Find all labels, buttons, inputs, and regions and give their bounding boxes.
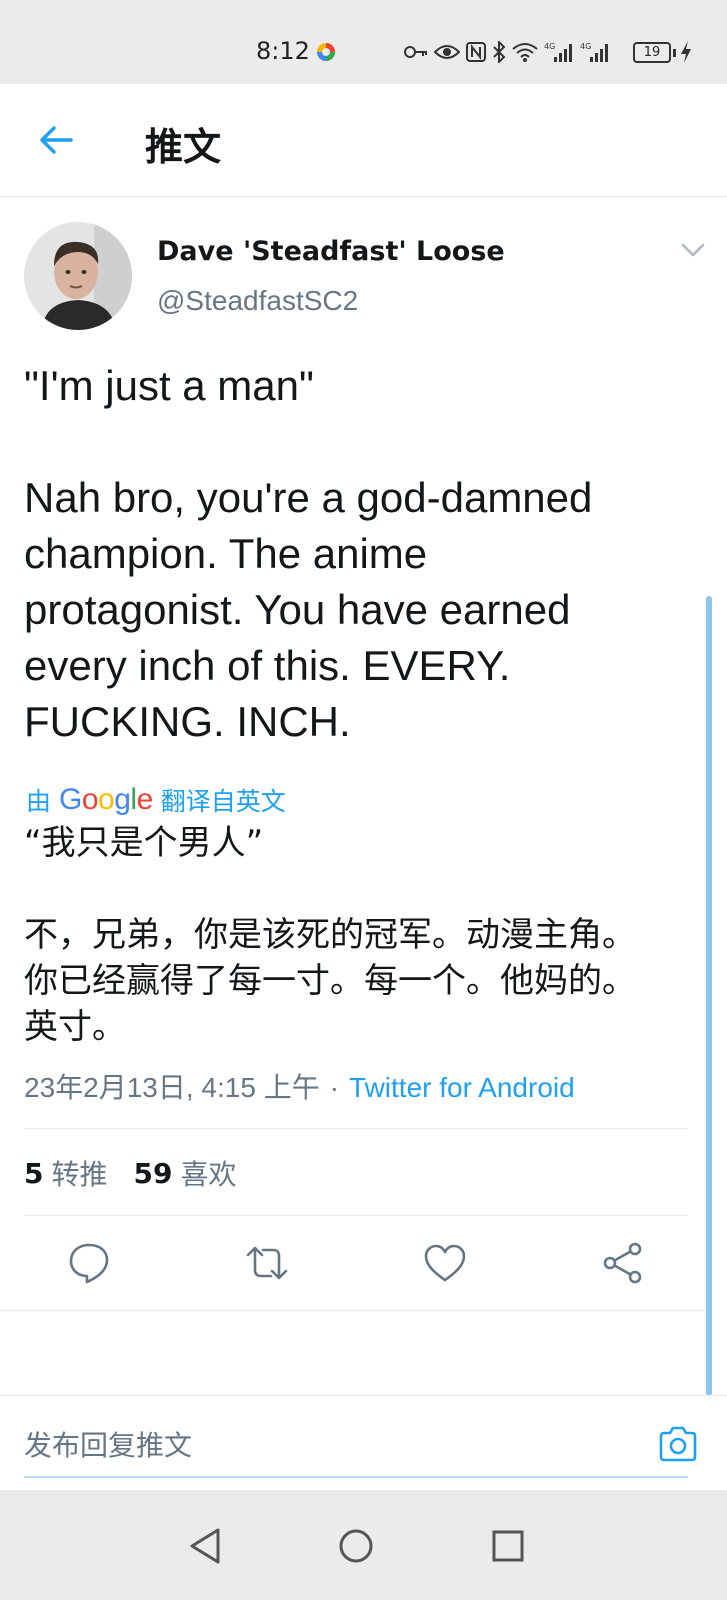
retweet-icon[interactable] xyxy=(244,1240,290,1286)
charging-icon xyxy=(681,41,691,63)
eye-icon xyxy=(434,45,460,59)
reply-input[interactable]: 发布回复推文 xyxy=(24,1418,688,1478)
tweet-text: "I'm just a man" Nah bro, you're a god-d… xyxy=(24,362,593,745)
translation-attribution[interactable]: 由 Google 翻译自英文 xyxy=(26,782,286,818)
app-notification-icon xyxy=(317,43,335,61)
reply-bar: 发布回复推文 xyxy=(0,1395,727,1490)
likes-label[interactable]: 喜欢 xyxy=(180,1153,236,1193)
author-name[interactable]: Dave 'Steadfast' Loose xyxy=(157,236,505,267)
bluetooth-icon xyxy=(493,41,506,63)
tweet-meta: 23年2月13日, 4:15 上午 · Twitter for Android xyxy=(24,1066,575,1106)
wifi-icon xyxy=(512,43,538,62)
source-link[interactable]: Twitter for Android xyxy=(349,1072,575,1103)
status-icons: 4G 4G xyxy=(404,36,610,68)
retweets-label[interactable]: 转推 xyxy=(51,1153,107,1193)
page-title: 推文 xyxy=(145,125,222,169)
nav-back-icon[interactable] xyxy=(186,1526,226,1566)
signal-4g-icon: 4G xyxy=(580,42,608,62)
svg-text:4G: 4G xyxy=(544,42,555,51)
tweet-stats: 5 转推 59 喜欢 xyxy=(24,1153,262,1193)
avatar-image xyxy=(24,222,132,330)
battery-tip xyxy=(673,49,676,57)
divider xyxy=(0,1310,712,1311)
like-icon[interactable] xyxy=(422,1240,468,1286)
key-icon xyxy=(404,46,427,58)
nav-recents-icon[interactable] xyxy=(488,1526,528,1566)
google-logo: Google xyxy=(59,783,153,816)
author-handle[interactable]: @SteadfastSC2 xyxy=(157,285,358,317)
retweets-count[interactable]: 5 xyxy=(24,1157,43,1190)
avatar[interactable] xyxy=(24,222,132,330)
translate-suffix: 翻译自英文 xyxy=(160,787,286,816)
translated-text: “我只是个男人” 不，兄弟，你是该死的冠军。动漫主角。 你已经赢得了每一寸。每一… xyxy=(24,823,636,1047)
timestamp: 23年2月13日, 4:15 上午 xyxy=(24,1072,320,1103)
back-arrow-icon[interactable] xyxy=(38,122,74,158)
system-nav-bar xyxy=(0,1490,727,1600)
reply-icon[interactable] xyxy=(66,1240,112,1286)
likes-count[interactable]: 59 xyxy=(134,1157,173,1190)
share-icon[interactable] xyxy=(600,1240,646,1286)
translate-prefix: 由 xyxy=(26,787,52,816)
nav-home-icon[interactable] xyxy=(336,1526,376,1566)
status-time: 8:12 xyxy=(256,37,310,65)
scrollbar[interactable] xyxy=(706,596,712,1396)
status-bar: 8:12 4G 4G 19 xyxy=(0,0,727,84)
divider xyxy=(24,1215,688,1216)
app-header: 推文 xyxy=(0,84,727,197)
battery-icon: 19 xyxy=(633,42,671,63)
signal-4g-icon: 4G xyxy=(544,42,572,62)
svg-text:4G: 4G xyxy=(580,42,591,51)
nfc-icon xyxy=(466,42,486,62)
divider xyxy=(24,1128,688,1129)
camera-icon[interactable] xyxy=(658,1426,698,1462)
chevron-down-icon[interactable] xyxy=(680,242,706,258)
meta-separator: · xyxy=(329,1072,340,1103)
